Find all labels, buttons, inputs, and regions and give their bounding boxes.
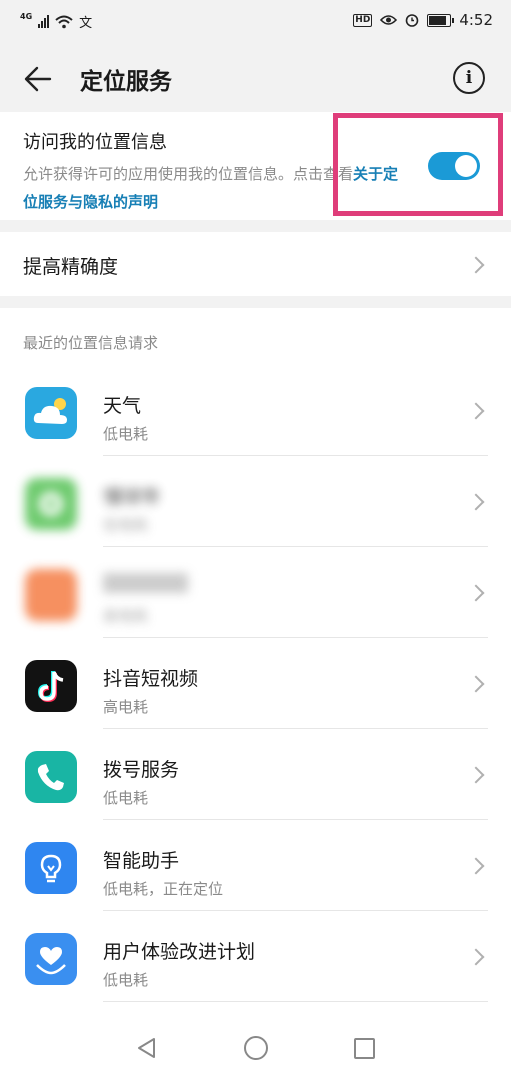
app-power-usage: 低电耗，正在定位: [103, 880, 224, 898]
app-power-usage: 低电耗: [103, 971, 149, 989]
eye-icon: [380, 15, 398, 25]
app-name: 拨号服务: [103, 759, 180, 781]
list-item[interactable]: 高电耗: [0, 547, 511, 638]
chevron-right-icon: [467, 402, 485, 420]
title-bar: 定位服务 i: [0, 44, 511, 112]
list-item[interactable]: 天气 低电耗: [0, 365, 511, 456]
page-title: 定位服务: [80, 69, 172, 95]
chevron-right-icon: [467, 948, 485, 966]
app-name: 用户体验改进计划: [103, 941, 256, 963]
list-item[interactable]: 懂球帝 低电耗: [0, 456, 511, 547]
list-item[interactable]: 用户体验改进计划 低电耗: [0, 911, 511, 1002]
app-power-usage: 高电耗: [103, 698, 149, 716]
status-bar: 4G 文 HD 4:52: [0, 0, 511, 44]
list-item[interactable]: 智能助手 低电耗，正在定位: [0, 820, 511, 911]
chevron-right-icon: [467, 493, 485, 511]
app-name: 智能助手: [103, 850, 180, 872]
chevron-right-icon: [467, 766, 485, 784]
app-name: 抖音短视频: [103, 668, 199, 690]
network-type: 4G: [20, 12, 33, 21]
list-item[interactable]: 抖音短视频 高电耗: [0, 638, 511, 729]
soccer-icon: [25, 478, 77, 530]
douyin-icon: [25, 660, 77, 712]
improve-accuracy-row[interactable]: 提高精确度: [0, 232, 511, 296]
info-icon[interactable]: i: [453, 62, 485, 94]
section-label: 最近的位置信息请求: [23, 334, 159, 352]
app-power-usage: 低电耗: [103, 516, 149, 534]
square-recent-icon[interactable]: [354, 1038, 375, 1059]
circle-home-icon[interactable]: [244, 1036, 268, 1060]
app-power-usage: 高电耗: [103, 607, 149, 625]
divider: [103, 1001, 488, 1002]
app-name: 懂球帝: [103, 486, 161, 508]
chevron-right-icon: [467, 675, 485, 693]
recent-requests-card: 最近的位置信息请求 天气 低电耗 懂球帝 低电耗 高电耗 抖音短视频 高电耗 拨…: [0, 308, 511, 1008]
improve-accuracy-label: 提高精确度: [23, 256, 119, 278]
chevron-right-icon: [467, 857, 485, 875]
clock: 4:52: [459, 11, 493, 29]
highlight-box: [333, 113, 503, 216]
app-icon: [25, 569, 77, 621]
hd-icon: HD: [353, 13, 373, 27]
phone-icon: [25, 751, 77, 803]
back-arrow-icon[interactable]: [22, 62, 56, 96]
battery-icon: [427, 13, 455, 27]
translate-icon: 文: [79, 16, 93, 31]
alarm-icon: [406, 14, 419, 27]
weather-icon: [25, 387, 77, 439]
heart-hand-icon: [25, 933, 77, 985]
signal-icon: [38, 15, 50, 28]
wifi-icon: [55, 15, 73, 28]
chevron-right-icon: [467, 256, 485, 274]
location-access-title: 访问我的位置信息: [23, 132, 167, 153]
chevron-right-icon: [467, 584, 485, 602]
app-power-usage: 低电耗: [103, 425, 149, 443]
app-power-usage: 低电耗: [103, 789, 149, 807]
app-name: 天气: [103, 395, 142, 417]
triangle-back-icon[interactable]: [136, 1037, 158, 1059]
app-name: [103, 573, 188, 593]
list-item[interactable]: 拨号服务 低电耗: [0, 729, 511, 820]
bulb-icon: [25, 842, 77, 894]
